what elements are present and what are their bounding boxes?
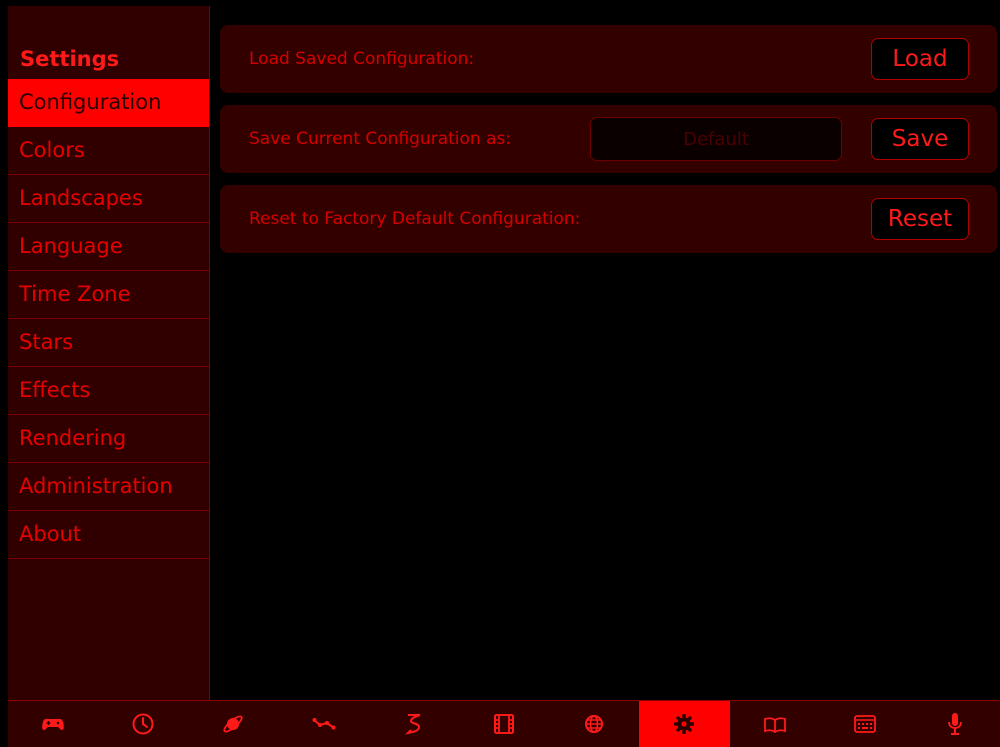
sidebar-item-configuration[interactable]: Configuration xyxy=(8,79,209,127)
reset-button[interactable]: Reset xyxy=(871,198,969,240)
tool-clock[interactable] xyxy=(98,701,188,747)
film-icon xyxy=(494,714,515,734)
load-button[interactable]: Load xyxy=(871,38,969,80)
reset-config-panel: Reset to Factory Default Configuration: … xyxy=(220,185,997,253)
tool-keyboard[interactable] xyxy=(820,701,910,747)
sidebar-item-stars[interactable]: Stars xyxy=(8,319,209,367)
sidebar-item-administration[interactable]: Administration xyxy=(8,463,209,511)
planet-icon xyxy=(223,715,244,733)
settings-sidebar: Settings Configuration Colors Landscapes… xyxy=(8,6,210,700)
settings-menu: Configuration Colors Landscapes Language… xyxy=(8,79,209,559)
sidebar-item-language[interactable]: Language xyxy=(8,223,209,271)
reset-config-label: Reset to Factory Default Configuration: xyxy=(249,209,581,229)
sidebar-item-time-zone[interactable]: Time Zone xyxy=(8,271,209,319)
bottom-toolbar xyxy=(8,700,1000,747)
save-config-label: Save Current Configuration as: xyxy=(249,129,512,149)
tool-microphone[interactable] xyxy=(910,701,1000,747)
clock-icon xyxy=(132,713,154,735)
sidebar-item-about[interactable]: About xyxy=(8,511,209,559)
sidebar-item-effects[interactable]: Effects xyxy=(8,367,209,415)
app-window: Settings Configuration Colors Landscapes… xyxy=(0,0,1000,747)
tool-path[interactable] xyxy=(369,701,459,747)
globe-icon xyxy=(585,715,604,733)
save-button[interactable]: Save xyxy=(871,118,969,160)
tool-gamepad[interactable] xyxy=(8,701,98,747)
config-name-input[interactable] xyxy=(590,117,842,161)
tool-constellation[interactable] xyxy=(279,701,369,747)
sidebar-item-colors[interactable]: Colors xyxy=(8,127,209,175)
book-icon xyxy=(763,717,786,734)
load-config-panel: Load Saved Configuration: Load xyxy=(220,25,997,93)
tool-book[interactable] xyxy=(730,701,820,747)
tool-settings[interactable] xyxy=(639,701,730,747)
constellation-icon xyxy=(312,718,336,730)
load-config-label: Load Saved Configuration: xyxy=(249,49,475,69)
microphone-icon xyxy=(948,713,962,735)
save-config-panel: Save Current Configuration as: Save xyxy=(220,105,997,173)
tool-film[interactable] xyxy=(459,701,549,747)
keyboard-icon xyxy=(853,715,876,733)
path-icon xyxy=(404,714,421,735)
tool-globe[interactable] xyxy=(549,701,639,747)
sidebar-title: Settings xyxy=(20,47,120,71)
sidebar-item-rendering[interactable]: Rendering xyxy=(8,415,209,463)
tool-planet[interactable] xyxy=(188,701,278,747)
gear-icon xyxy=(674,714,695,734)
gamepad-icon xyxy=(42,719,64,730)
sidebar-item-landscapes[interactable]: Landscapes xyxy=(8,175,209,223)
